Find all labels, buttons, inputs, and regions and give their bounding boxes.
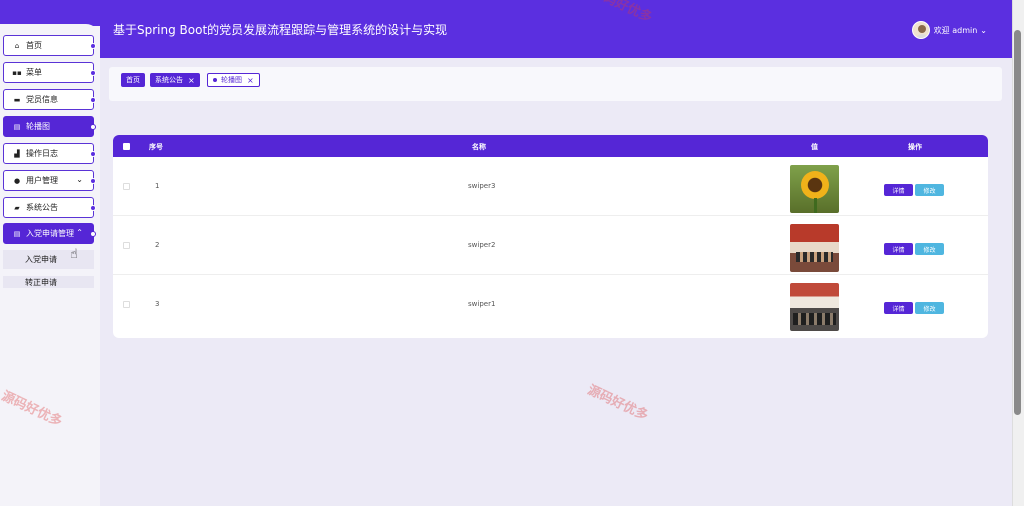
home-icon: ⌂ [14,41,20,50]
table-row: 1 swiper3 详情 修改 [113,157,988,216]
header: 基于Spring Boot的党员发展流程跟踪与管理系统的设计与实现 欢迎 adm… [100,0,1012,58]
copy-icon: ▰ [14,203,20,212]
detail-button[interactable]: 详情 [884,243,913,255]
tab-carousel[interactable]: 轮播图 × [207,73,260,87]
indicator-dot [90,205,96,211]
sidebar-item-announcements[interactable]: ▰ 系统公告 [3,197,96,218]
sidebar-item-label: 轮播图 [26,122,50,131]
active-dot [213,78,217,82]
detail-button[interactable]: 详情 [884,302,913,314]
indicator-dot [90,151,96,157]
sidebar-top-band [0,0,100,26]
sidebar: ⌂ 首页 ▪▪ 菜单 ▬ 党员信息 ▤ 轮播图 ▟ 操作日志 ● 用户管理 ⌄ … [0,0,100,506]
indicator-dot [90,43,96,49]
indicator-dot [90,70,96,76]
tab-label: 首页 [126,76,140,84]
user-icon: ● [13,176,21,185]
sidebar-item-label: 系统公告 [26,203,58,212]
indicator-dot [90,178,96,184]
column-header-seq: 序号 [149,143,163,151]
user-label: 欢迎 admin [933,25,978,35]
indicator-dot [90,231,96,237]
row-name: swiper3 [468,182,496,190]
chart-icon: ▟ [14,149,20,158]
user-menu[interactable]: 欢迎 admin ⌄ [911,21,987,39]
table-icon: ▤ [13,122,21,131]
chevron-down-icon: ⌄ [980,25,987,35]
sidebar-item-menu[interactable]: ▪▪ 菜单 [3,62,96,83]
sidebar-item-label: 党员信息 [26,95,58,104]
detail-button[interactable]: 详情 [884,184,913,196]
meeting-room-image [790,283,839,331]
sidebar-item-label: 操作日志 [26,149,58,158]
column-header-value: 值 [811,143,818,151]
sidebar-subitem-label: 入党申请 [25,255,57,264]
column-header-actions: 操作 [908,143,922,151]
row-checkbox[interactable] [123,301,130,308]
row-seq: 3 [155,300,160,308]
tab-announcements[interactable]: 系统公告 × [150,73,200,87]
sidebar-item-label: 用户管理 [26,176,58,185]
table-row: 2 swiper2 详情 修改 [113,216,988,275]
sidebar-item-user-management[interactable]: ● 用户管理 ⌄ [3,170,96,191]
meeting-hall-image [790,224,839,272]
sidebar-subitem-regularization-application[interactable]: 转正申请 [3,276,94,288]
watermark: 源码好优多 [585,382,651,424]
scrollbar-thumb[interactable] [1014,30,1021,415]
sidebar-item-carousel[interactable]: ▤ 轮播图 [3,116,96,137]
row-checkbox[interactable] [123,242,130,249]
sidebar-item-label: 菜单 [26,68,42,77]
edit-button[interactable]: 修改 [915,243,944,255]
sidebar-item-operation-log[interactable]: ▟ 操作日志 [3,143,96,164]
indicator-dot [90,97,96,103]
close-icon[interactable]: × [188,76,195,85]
sidebar-subitem-join-application[interactable]: 入党申请 [3,250,94,269]
tab-label: 系统公告 [155,76,183,84]
chevron-down-icon: ⌄ [76,175,83,184]
row-checkbox[interactable] [123,183,130,190]
sidebar-item-application-management[interactable]: ▤ 入党申请管理 ⌃ [3,223,96,244]
table-header: 序号 名称 值 操作 [113,135,988,157]
column-header-name: 名称 [472,143,486,151]
sidebar-item-label: 入党申请管理 [26,229,74,238]
sidebar-item-member-info[interactable]: ▬ 党员信息 [3,89,96,110]
table-row: 3 swiper1 详情 修改 [113,275,988,334]
chevron-up-icon: ⌃ [76,228,83,237]
sidebar-item-home[interactable]: ⌂ 首页 [3,35,96,56]
select-all-checkbox[interactable] [123,143,130,150]
sidebar-subitem-label: 转正申请 [25,278,57,287]
grid-icon: ▪▪ [12,68,22,77]
data-table: 序号 名称 值 操作 1 swiper3 详情 修改 2 swiper2 详情 … [113,135,988,338]
sidebar-item-label: 首页 [26,41,42,50]
tab-label: 轮播图 [221,76,242,84]
page-title: 基于Spring Boot的党员发展流程跟踪与管理系统的设计与实现 [113,23,448,37]
close-icon[interactable]: × [247,76,254,85]
tabs-bar: 首页 系统公告 × 轮播图 × [109,67,1002,101]
row-name: swiper1 [468,300,496,308]
row-seq: 2 [155,241,160,249]
hand-cursor-icon: ☝ [70,247,78,262]
sunflower-image [790,165,839,213]
tab-home[interactable]: 首页 [121,73,145,87]
edit-button[interactable]: 修改 [915,302,944,314]
card-icon: ▬ [13,95,21,104]
avatar [911,21,930,39]
edit-button[interactable]: 修改 [915,184,944,196]
indicator-dot [90,124,96,130]
table-icon: ▤ [13,229,21,238]
row-name: swiper2 [468,241,496,249]
row-seq: 1 [155,182,160,190]
